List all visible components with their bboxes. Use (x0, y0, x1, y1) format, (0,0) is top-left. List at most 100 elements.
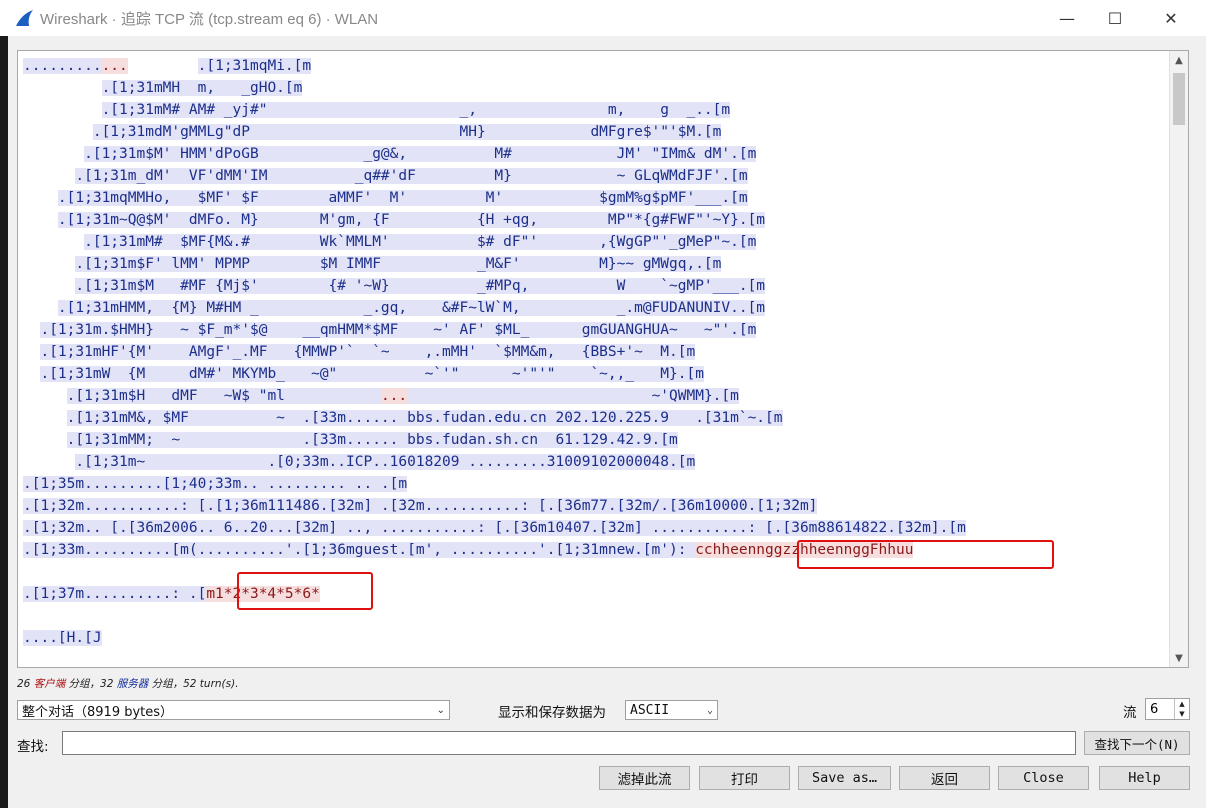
stream-number-spinbox[interactable]: 6 ▲ ▼ (1145, 698, 1190, 720)
vertical-scrollbar[interactable]: ▲ ▼ (1169, 51, 1188, 667)
blank-segment (23, 278, 75, 294)
back-button[interactable]: 返回 (899, 766, 990, 790)
client-segment: .[1;31mM&, $MF ~ .[33m...... bbs.fudan.e… (66, 410, 783, 426)
stream-line: .[1;31mHMM, {M} M#HM _ _.gq, &#F~lW`M, _… (23, 297, 966, 319)
stream-line: .[1;31m$H dMF ~W$ "ml ... ~'QWMM}.[m (23, 385, 966, 407)
stream-line: .[1;31mMH m, _gHO.[m (23, 77, 966, 99)
blank-segment (23, 102, 102, 118)
client-segment: .[1;31mqMi.[m (197, 58, 312, 74)
format-select-value: ASCII (630, 702, 670, 718)
find-label: 查找: (17, 739, 49, 755)
stream-line: .[1;31m~Q@$M' dMFo. M} M'gm, {F {H +qg, … (23, 209, 966, 231)
blank-segment (23, 234, 84, 250)
blank-segment (23, 256, 75, 272)
password-highlight-box (797, 540, 1054, 569)
stream-line: .[1;31mW {M dM#' MKYMb_ ~@" ~`'" ~'"'" `… (23, 363, 966, 385)
client-segment: .[1;31mMM; ~ .[33m...... bbs.fudan.sh.cn… (66, 432, 678, 448)
conversation-select[interactable]: 整个对话（8919 bytes） ⌄ (17, 700, 450, 720)
close-window-button[interactable]: ✕ (1148, 0, 1194, 36)
client-segment: .[1;31mM# $MF{M&.# Wk`MMLM' $# dF"' ,{Wg… (84, 234, 757, 250)
stream-line: .[1;35m.........[1;40;33m.. ......... ..… (23, 473, 966, 495)
client-segment: .[1;31mdM'gMMLg"dP MH} dMFgre$'"'$M.[m (92, 124, 722, 140)
filter-out-stream-button[interactable]: 滤掉此流 (599, 766, 690, 790)
blank-segment (23, 146, 84, 162)
blank-segment (23, 454, 75, 470)
background-edge (0, 36, 8, 808)
close-button[interactable]: Close (998, 766, 1089, 790)
client-segment: .[1;31mHF'{M' AMgF'_.MF {MMWP'` `~ ,.mMH… (40, 344, 696, 360)
server-segment: ... (101, 58, 128, 74)
client-segment: .[1;32m.. [.[36m2006.. 6..20...[32m] ..,… (23, 520, 966, 536)
print-button[interactable]: 打印 (699, 766, 790, 790)
blank-segment (23, 300, 58, 316)
blank-segment (23, 80, 102, 96)
blank-segment (23, 388, 67, 404)
find-input[interactable] (62, 731, 1076, 755)
stream-number-label: 流 (1123, 705, 1137, 721)
client-segment: .[1;31mMH m, _gHO.[m (101, 80, 303, 96)
stream-line: .[1;31mM# AM# _yj#" _, m, g _..[m (23, 99, 966, 121)
stream-number-value: 6 (1150, 701, 1159, 717)
value-highlight-box (237, 572, 373, 610)
blank-segment (23, 344, 40, 360)
spin-down-icon[interactable]: ▼ (1175, 709, 1189, 719)
save-as-button[interactable]: Save as… (798, 766, 891, 790)
stream-line: .[1;31mqMMHo, $MF' $F aMMF' M' M' $gmM%g… (23, 187, 966, 209)
stream-line: .[1;31m~ .[0;33m..ICP..16018209 ........… (23, 451, 966, 473)
client-segment: ......... (23, 58, 102, 74)
stream-line: .[1;32m.. [.[36m2006.. 6..20...[32m] ..,… (23, 517, 966, 539)
stream-line (23, 605, 966, 627)
blank-segment (23, 410, 67, 426)
blank-segment (23, 432, 67, 448)
scroll-thumb[interactable] (1173, 73, 1185, 125)
window-title: Wireshark · 追踪 TCP 流 (tcp.stream eq 6) ·… (40, 11, 379, 28)
client-segment: .[1;31m$F' lMM' MPMP $M IMMF _M&F' M}~~ … (75, 256, 722, 272)
format-select[interactable]: ASCII ⌄ (625, 700, 718, 720)
blank-segment (23, 212, 58, 228)
stream-line: .[1;31m.$HMH} ~ $F_m*'$@ __qmHMM*$MF ~' … (23, 319, 966, 341)
stream-line: .[1;31mM&, $MF ~ .[33m...... bbs.fudan.e… (23, 407, 966, 429)
stream-line: .[1;31mM# $MF{M&.# Wk`MMLM' $# dF"' ,{Wg… (23, 231, 966, 253)
stream-line: .[1;31mdM'gMMLg"dP MH} dMFgre$'"'$M.[m (23, 121, 966, 143)
client-segment: .[1;33m..........[m(..........'.[1;36mgu… (23, 542, 696, 558)
client-segment: .[1;31mW {M dM#' MKYMb_ ~@" ~`'" ~'"'" `… (40, 366, 704, 382)
chevron-down-icon: ⌄ (706, 704, 713, 716)
stream-content-view[interactable]: ............ .[1;31mqMi.[m .[1;31mMH m, … (17, 50, 1189, 668)
help-button[interactable]: Help (1099, 766, 1190, 790)
wireshark-fin-icon (16, 10, 33, 26)
client-packet-count: 26 (17, 678, 31, 690)
stream-line: .[1;31mHF'{M' AMgF'_.MF {MMWP'` `~ ,.mMH… (23, 341, 966, 363)
minimize-button[interactable]: — (1044, 0, 1090, 36)
client-segment: .[1;31m_dM' VF'dMM'IM _q##'dF M} ~ GLqWM… (75, 168, 748, 184)
client-segment: .[1;31m$H dMF ~W$ "ml (66, 388, 381, 404)
client-segment: ....[H.[J (23, 630, 102, 646)
scroll-up-icon[interactable]: ▲ (1170, 51, 1188, 69)
client-segment: .[1;31m.$HMH} ~ $F_m*'$@ __qmHMM*$MF ~' … (40, 322, 757, 338)
title-bar: Wireshark · 追踪 TCP 流 (tcp.stream eq 6) ·… (0, 0, 1206, 36)
client-segment: ~'QWMM}.[m (407, 388, 739, 404)
blank-segment (23, 124, 93, 140)
stream-line: .[1;32m...........: [.[1;36m111486.[32m]… (23, 495, 966, 517)
client-segment: .[1;32m...........: [.[1;36m111486.[32m]… (23, 498, 818, 514)
blank-segment (23, 190, 58, 206)
blank-segment (128, 58, 198, 74)
client-segment: .[1;37m..........: .[ (23, 586, 207, 602)
client-segment: .[1;31mHMM, {M} M#HM _ _.gq, &#F~lW`M, _… (57, 300, 766, 316)
server-segment: ... (380, 388, 408, 404)
maximize-button[interactable]: ☐ (1092, 0, 1138, 36)
client-segment: .[1;31mM# AM# _yj#" _, m, g _..[m (101, 102, 731, 118)
server-label: 服务器 (116, 678, 149, 690)
find-next-button[interactable]: 查找下一个(N) (1084, 731, 1190, 755)
client-segment: .[1;31m$M #MF {Mj$' {# '~W} _#MPq, W `~g… (75, 278, 766, 294)
scroll-down-icon[interactable]: ▼ (1170, 649, 1188, 667)
stream-line: .[1;31mMM; ~ .[33m...... bbs.fudan.sh.cn… (23, 429, 966, 451)
spin-arrows[interactable]: ▲ ▼ (1174, 699, 1189, 719)
chevron-down-icon: ⌄ (436, 704, 445, 716)
spin-up-icon[interactable]: ▲ (1175, 699, 1189, 709)
conversation-select-value: 整个对话（8919 bytes） (22, 704, 174, 720)
stream-line: .[1;31m$M #MF {Mj$' {# '~W} _#MPq, W `~g… (23, 275, 966, 297)
display-format-label: 显示和保存数据为 (498, 705, 606, 721)
client-segment: .[1;31m$M' HMM'dPoGB _g@&, M# JM' "IMm& … (84, 146, 757, 162)
client-segment: .[1;31m~ .[0;33m..ICP..16018209 ........… (75, 454, 696, 470)
packet-stats: 26 客户端 分组，32 服务器 分组，52 turn(s). (17, 676, 239, 691)
